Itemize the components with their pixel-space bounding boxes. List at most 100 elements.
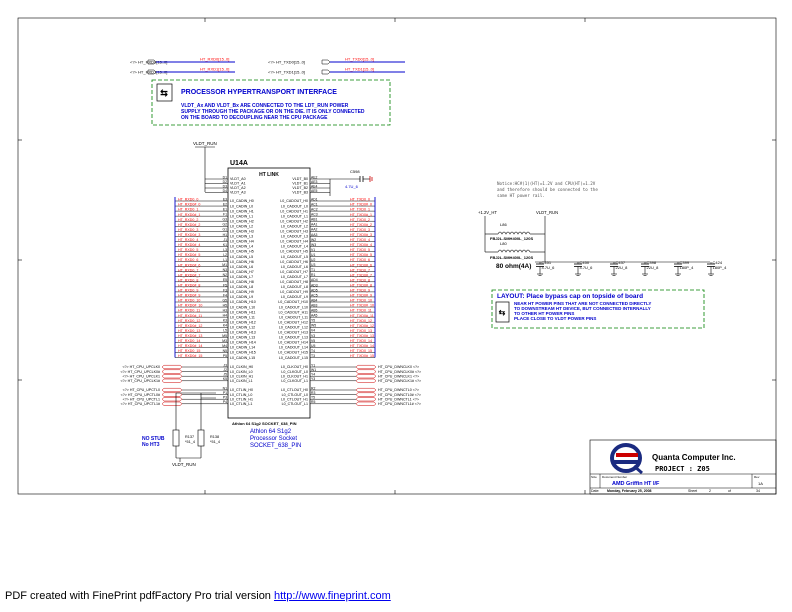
pin-number: R5 [311, 400, 315, 404]
pin-number: W2 [311, 238, 316, 242]
l86-ref: L86 [500, 222, 507, 227]
sheet-border [17, 17, 777, 495]
footer-link[interactable]: http://www.fineprint.com [274, 590, 391, 602]
pin-number: AE3 [311, 180, 318, 184]
cap-c598: C598 4.7U_6 [329, 169, 373, 196]
net-port: <?> HT_TXD0[15..0] [268, 60, 305, 65]
pin-number: E2 [223, 202, 227, 206]
pin-number: E5 [223, 278, 227, 282]
net-label: HT_RXD0_12 [178, 319, 200, 323]
net-label: HT_TXD0_4 [350, 238, 370, 242]
pin-name: L0_CADOUT_L2 [281, 224, 308, 228]
pin-name: VLDT_A2 [230, 186, 246, 190]
port-label: HT_CPU_DWNCLK1 <?> [378, 374, 419, 378]
net-label: HT_TXD0_1 [350, 208, 370, 212]
pin-name: L0_CADOUT_L12 [279, 325, 308, 329]
pin-name: L0_CADIN_H10 [230, 300, 256, 304]
net-label: HT_RXD0#_8 [178, 283, 200, 287]
pin-number: V1 [311, 248, 315, 252]
l86-value: FBJ2L-SMH400L_120S [490, 236, 533, 241]
net-label: HT_TXD0#_0 [350, 203, 372, 207]
pin-number: V5 [311, 339, 315, 343]
port-label: HT_CPU_DWNCLK0# <?> [378, 370, 421, 374]
pin-number: U3 [311, 263, 315, 267]
net-label: HT_RXD0#_7 [178, 273, 200, 277]
cap-value: 4.7U_6 [580, 265, 594, 270]
pin-number: AC2 [311, 208, 318, 212]
pin-number: F3 [223, 288, 227, 292]
pin-name: L0_CADIN_H4 [230, 240, 254, 244]
pin-number: T4 [311, 349, 315, 353]
port-flag [161, 378, 183, 383]
pin-name: L0_CADIN_L3 [230, 235, 253, 239]
cap-value: 22U_8 [616, 265, 629, 270]
pin-number: AD1 [311, 197, 318, 201]
bus-label: HT_RXD0[15..0] [200, 57, 229, 62]
net-label: HT_TXD0#_15 [350, 354, 374, 358]
pin-number: D3 [223, 184, 227, 188]
net-label: HT_TXD0_15 [350, 349, 372, 353]
cap-value: 180P_4 [713, 265, 728, 270]
vldt-run-rail-top: VLDT_RUN [193, 141, 217, 192]
pin-number: V4 [311, 329, 315, 333]
pin-name: L0_CLKOUT_H1 [281, 374, 308, 378]
pin-name: L0_CADOUT_L15 [279, 356, 308, 360]
net-label: HT_RXD0_15 [178, 349, 200, 353]
note-line: ON THE BOARD TO DECOUPLING NEAR THE CPU … [181, 115, 328, 121]
pin-name: L0_CLKOUT_L0 [281, 370, 308, 374]
filter-caps: C4514.7U_6C4504.7U_6C43722U_8C39822U_8C3… [536, 260, 727, 276]
title-block: Quanta Computer Inc. PROJECT : Z05 Size … [589, 439, 777, 495]
net-label: HT_RXD0#_11 [178, 314, 202, 318]
pin-number: Y4 [311, 373, 315, 377]
stub-note: No HT3 [142, 442, 160, 448]
pin-name: VLDT_B1 [292, 182, 308, 186]
pin-name: L0_CADIN_H1 [230, 209, 254, 213]
pin-name: L0_CADIN_L0 [230, 204, 253, 208]
port-label: <?> HT_CPU_UPCTL1# [121, 402, 160, 406]
port-label: <?> HT_CPU_UPCLK1# [120, 379, 160, 383]
net-label: HT_TXD0_9 [350, 289, 370, 293]
port-label: <?> HT_CPU_UPCTL0# [121, 393, 160, 397]
pin-number: R3 [311, 391, 315, 395]
pin-number: T3 [311, 354, 315, 358]
port-flag [355, 364, 377, 370]
pin-number: W3 [311, 243, 316, 247]
port-flag [161, 397, 183, 402]
pin-number: AA2 [311, 228, 318, 232]
schematic-sheet: <?> HT_RXD0[15..0]HT_RXD0[15..0]<?> HT_R… [17, 17, 777, 495]
pin-number: AE5 [311, 189, 318, 193]
pin-name: L0_CLKOUT_H0 [281, 365, 308, 369]
date-value: Monday, February 25, 2008 [607, 489, 652, 493]
pin-name: L0_CTLIN_L1 [230, 402, 252, 406]
port-flag [161, 364, 183, 370]
pin-name: L0_CADOUT_L10 [279, 305, 308, 309]
port-flag [161, 401, 183, 406]
pin-name: L0_CADOUT_L6 [281, 265, 308, 269]
pin-number: W5 [311, 324, 316, 328]
power-notice: Notice:HC#(1)(HT)=1.2V and CPU(HT)=1.2V [497, 181, 596, 186]
pin-number: Y3 [311, 377, 315, 381]
pin-name: L0_CADOUT_H0 [280, 199, 308, 203]
l86-coil [497, 231, 531, 235]
net-label: HT_RXD0_9 [178, 289, 198, 293]
net-label: HT_RXD0#_9 [178, 294, 200, 298]
quanta-logo [610, 443, 643, 475]
pin-name: VLDT_A0 [230, 177, 246, 181]
pin-name: VLDT_B3 [292, 191, 308, 195]
pin-name: L0_CADOUT_H4 [280, 240, 308, 244]
vldt-run-label: VLDT_RUN [193, 141, 217, 146]
pin-number: J1 [223, 238, 227, 242]
port-label: <?> HT_CPU_UPCLK1 [122, 374, 160, 378]
sheet-value: 2 [709, 489, 711, 493]
ht-power-filter: Notice:HC#(1)(HT)=1.2V and CPU(HT)=1.2V … [478, 181, 710, 270]
border-ticks [18, 18, 776, 494]
pin-name: L0_CADOUT_H1 [280, 209, 308, 213]
net-label: HT_RXD0#_0 [178, 203, 200, 207]
stub-net: VLDT_RUN [172, 462, 196, 467]
net-label: HT_TXD0_0 [350, 198, 370, 202]
net-label: HT_RXD0#_2 [178, 223, 200, 227]
c598-value: 4.7U_6 [345, 184, 359, 189]
pin-name: L0_CADOUT_H13 [278, 331, 308, 335]
pin-number: U2 [311, 258, 315, 262]
net-label: HT_TXD0_12 [350, 319, 372, 323]
